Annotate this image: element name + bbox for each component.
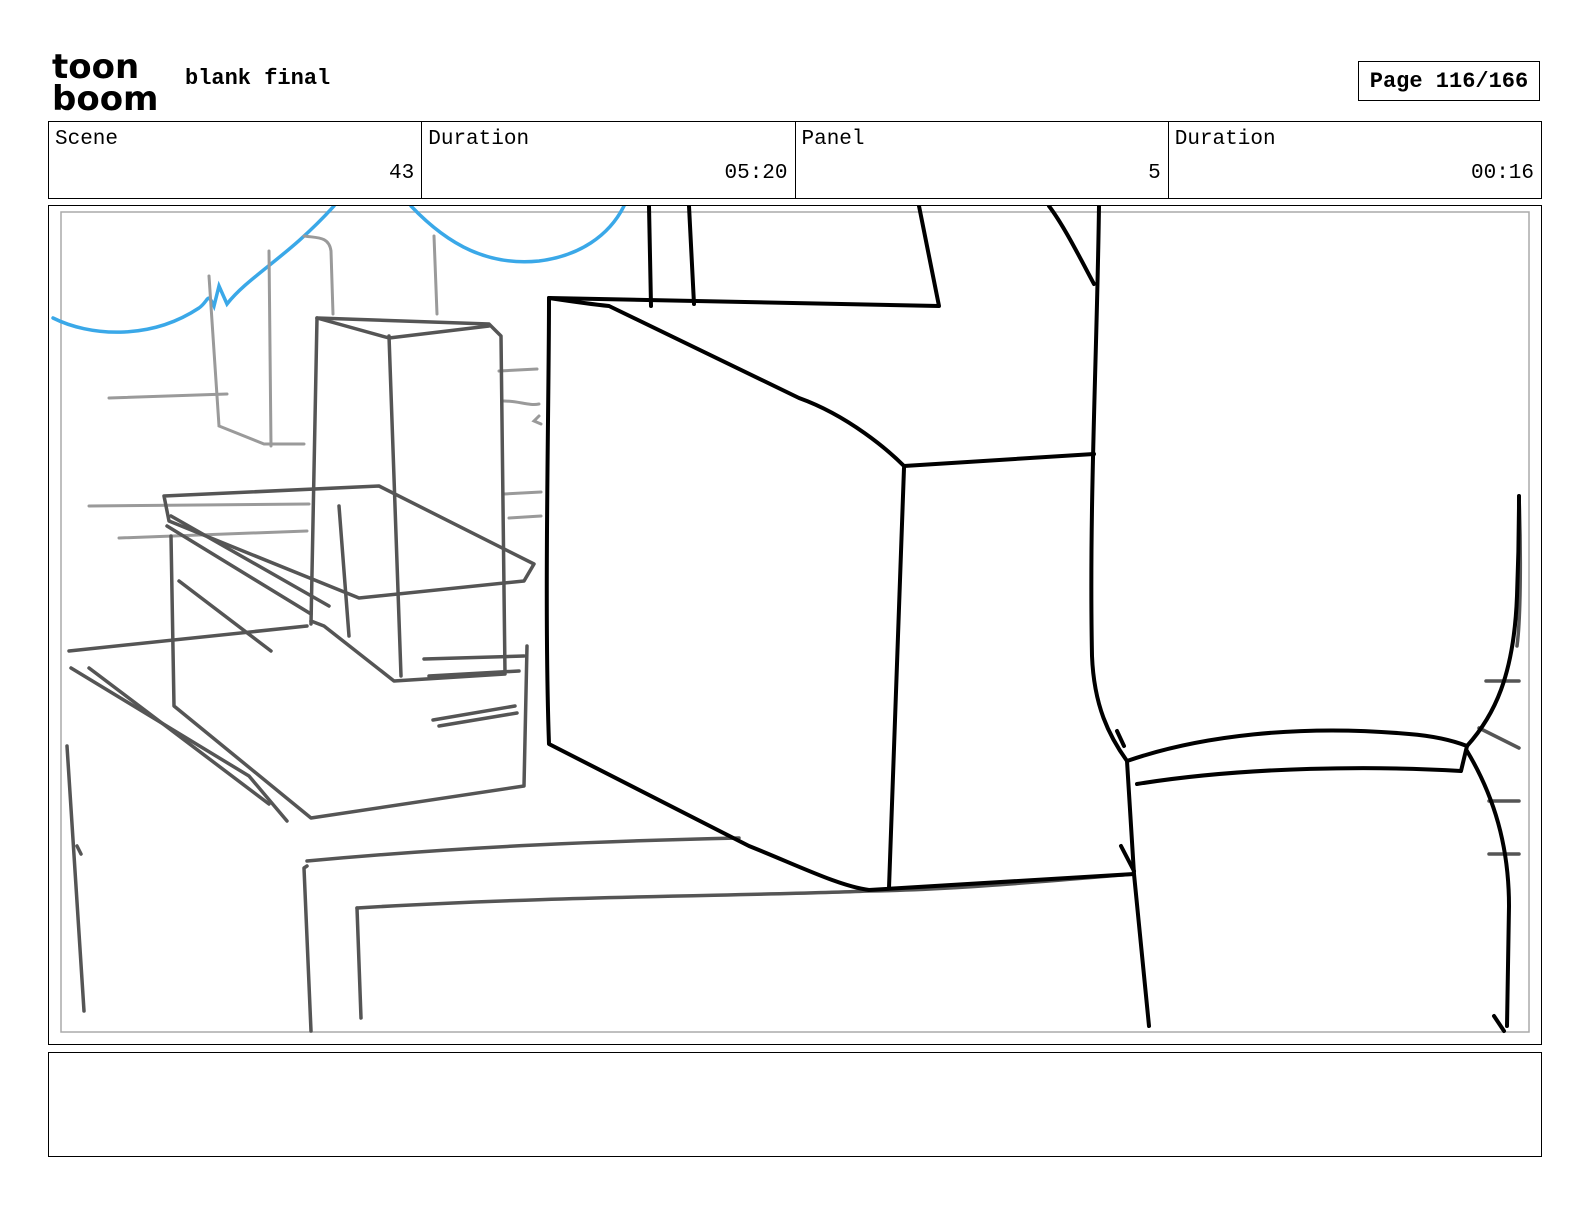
panel-sketch: [51, 206, 1530, 1033]
panel-notes-box[interactable]: [48, 1052, 1542, 1157]
storyboard-panel[interactable]: [48, 205, 1542, 1045]
panel-duration-label: Duration: [1174, 128, 1276, 151]
logo-line-2: boom: [52, 79, 158, 112]
scene-cell: Scene 43: [49, 122, 423, 198]
logo-mark: toon boom: [52, 47, 158, 119]
blue-sketch-curves: [51, 206, 626, 334]
scene-label: Scene: [55, 128, 119, 151]
panel-info-row: Scene 43 Duration 05:20 Panel 5 Duration…: [48, 121, 1542, 199]
panel-duration-cell: Duration 00:16: [1169, 122, 1541, 198]
project-title: blank final: [185, 66, 331, 91]
container-sketch: [65, 316, 1523, 1033]
foreground-sketch: [544, 206, 1521, 1033]
safe-area-frame: [60, 211, 1530, 1033]
scene-duration-value: 05:20: [724, 162, 788, 185]
toon-boom-logo: toon boom: [52, 47, 164, 119]
panel-value: 5: [1148, 162, 1161, 185]
scene-value: 43: [389, 162, 415, 185]
scene-duration-cell: Duration 05:20: [422, 122, 796, 198]
panel-duration-value: 00:16: [1470, 162, 1534, 185]
panel-cell: Panel 5: [796, 122, 1169, 198]
scene-duration-label: Duration: [428, 128, 530, 151]
panel-label: Panel: [801, 128, 865, 151]
page-indicator: Page 116/166: [1358, 61, 1540, 101]
